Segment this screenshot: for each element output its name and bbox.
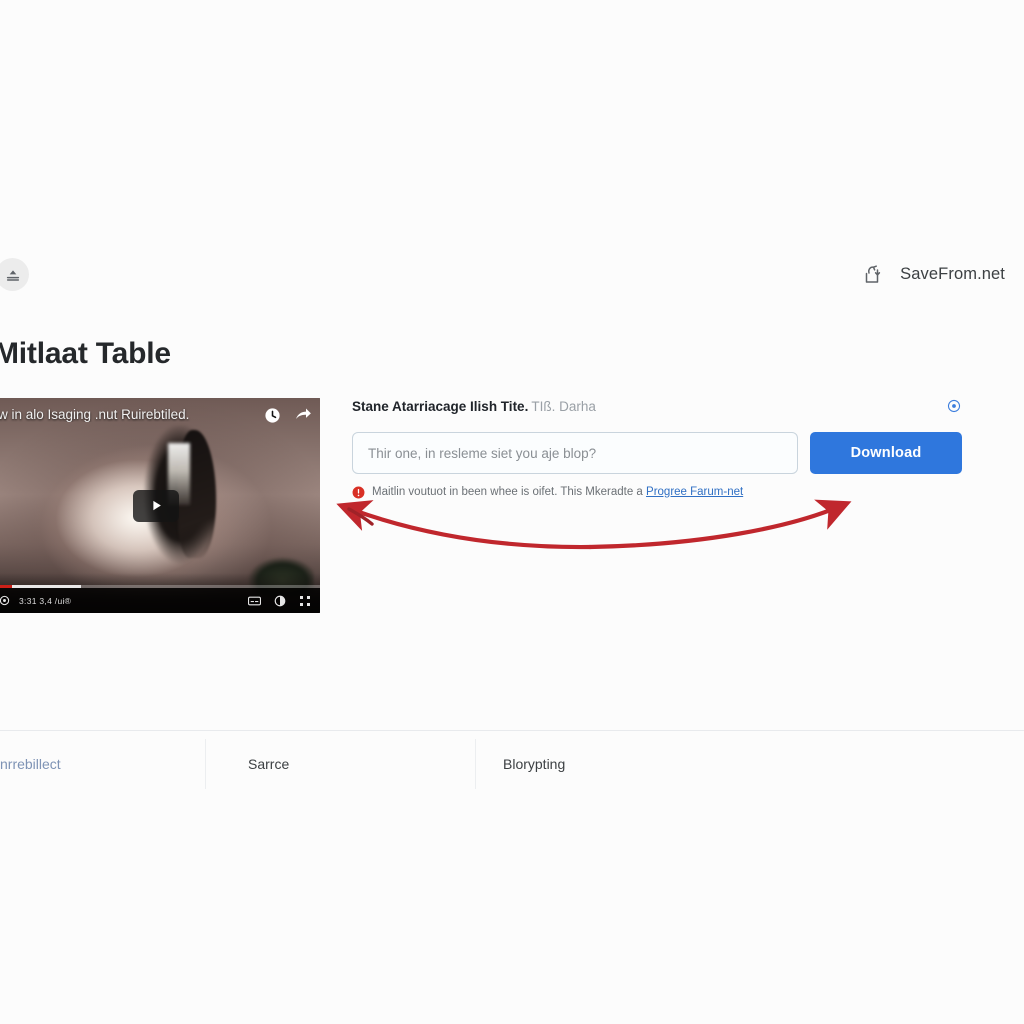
fullscreen-icon[interactable] [299,595,311,607]
footer: nrrebillect Sarrce Blorypting [0,731,1024,797]
error-message-text: Maitlin voutuot in been whee is oifet. T… [372,486,643,498]
footer-item-2[interactable]: Sarrce [205,731,475,797]
form-heading-row: Stane Atarriacage Ilish Tite. TIß. Darha [352,398,962,420]
error-circle-icon [352,486,365,499]
footer-label-2: Sarrce [248,756,290,772]
share-arrow-icon[interactable] [294,406,312,424]
download-button[interactable]: Download [810,432,962,474]
error-message-link[interactable]: Progree Farum-net [646,486,743,498]
url-form-row: Download [352,432,962,474]
form-heading-muted: TIß. Darha [531,399,596,414]
error-message-row: Maitlin voutuot in been whee is oifet. T… [352,485,962,499]
error-message: Maitlin voutuot in been whee is oifet. T… [372,485,743,499]
subtitles-icon[interactable] [248,596,261,606]
brand[interactable]: SaveFrom.net [861,261,1005,287]
player-top-icons [264,406,312,424]
clock-icon[interactable] [264,407,281,424]
footer-divider-2 [475,739,476,789]
video-player[interactable]: w in alo Isaging .nut Ruirebtiled. 3:31 … [0,398,320,613]
player-time: 3:31 3,4 /ui® [19,595,72,606]
page-root: SaveFrom.net Mitlaat Table w in alo Isag… [0,0,1024,1024]
player-controls: 3:31 3,4 /ui® [0,588,320,613]
footer-label-1: nrrebillect [0,756,61,772]
info-circle-icon[interactable] [947,399,961,413]
top-bar: SaveFrom.net [0,258,1024,294]
page-title: Mitlaat Table [0,337,171,370]
download-form-panel: Stane Atarriacage Ilish Tite. TIß. Darha … [352,398,962,499]
upload-cloud-icon [5,267,21,283]
player-controls-right [248,595,311,607]
savefrom-logo-icon [861,261,887,287]
form-heading-strong: Stane Atarriacage Ilish Tite. [352,399,529,414]
footer-label-3: Blorypting [503,756,566,772]
footer-divider-1 [205,739,206,789]
upload-cloud-icon-button[interactable] [0,258,29,291]
settings-icon[interactable] [0,595,10,606]
main-content: w in alo Isaging .nut Ruirebtiled. 3:31 … [0,398,1024,616]
form-heading: Stane Atarriacage Ilish Tite. TIß. Darha [352,398,596,415]
miniplayer-icon[interactable] [274,595,286,607]
play-button[interactable] [133,489,179,522]
url-input[interactable] [352,432,798,474]
video-title: w in alo Isaging .nut Ruirebtiled. [0,407,190,422]
footer-item-1[interactable]: nrrebillect [0,731,205,797]
brand-name: SaveFrom.net [900,264,1005,283]
footer-item-3[interactable]: Blorypting [475,731,775,797]
play-icon [149,498,164,513]
